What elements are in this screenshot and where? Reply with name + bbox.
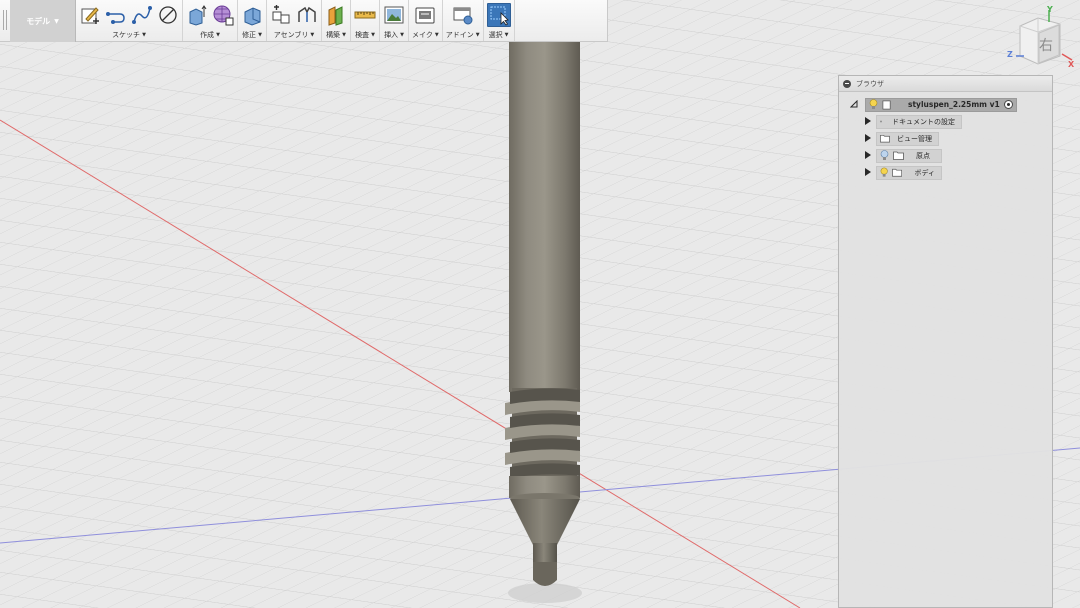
expand-triangle-icon[interactable] <box>865 117 871 125</box>
chevron-down-icon: ▼ <box>400 32 404 38</box>
activate-component-radio[interactable] <box>1004 100 1013 109</box>
toolbar-group-assemble[interactable]: アセンブリ ▼ <box>267 0 322 41</box>
group-label-create: 作成 <box>200 31 215 39</box>
folder-icon <box>892 168 903 177</box>
3d-print-icon[interactable] <box>414 4 436 26</box>
gear-icon <box>880 120 882 123</box>
tree-row-document-settings: ドキュメントの設定 <box>839 113 1052 130</box>
sketch-dimension-icon[interactable] <box>157 4 179 26</box>
toolbar-group-make[interactable]: メイク ▼ <box>409 0 443 41</box>
chevron-down-icon: ▼ <box>310 32 315 38</box>
toolbar-group-create[interactable]: 作成 ▼ <box>183 0 238 41</box>
group-label-sketch: スケッチ <box>112 31 141 39</box>
toolbar-group-construct[interactable]: 構築 ▼ <box>322 0 351 41</box>
toolbar-group-select[interactable]: 選択 ▼ <box>484 0 515 41</box>
expanded-triangle-icon[interactable] <box>850 100 858 108</box>
toolbar-grip[interactable] <box>0 0 10 41</box>
browser-title: ブラウザ <box>856 79 884 88</box>
named-views-node[interactable]: ビュー管理 <box>876 131 939 146</box>
insert-image-icon[interactable] <box>383 4 405 26</box>
bodies-node[interactable]: ボディ <box>876 165 942 180</box>
chevron-down-icon: ▼ <box>216 32 220 38</box>
root-component-label: styluspen_2.25mm v1 <box>908 100 1000 109</box>
form-icon[interactable] <box>212 4 234 26</box>
chevron-down-icon: ▼ <box>142 32 146 38</box>
view-cube-face-right[interactable]: 右 <box>1039 35 1053 55</box>
group-label-modify: 修正 <box>242 31 257 39</box>
toolbar-group-addins[interactable]: アドイン ▼ <box>443 0 484 41</box>
chevron-down-icon: ▼ <box>258 32 262 38</box>
group-label-insert: 挿入 <box>384 31 399 39</box>
new-component-icon[interactable] <box>270 4 292 26</box>
expand-triangle-icon[interactable] <box>865 134 871 142</box>
offset-plane-icon[interactable] <box>325 4 347 26</box>
workspace-switcher[interactable]: モデル ▼ <box>10 0 76 42</box>
browser-header: ブラウザ <box>839 76 1052 92</box>
toolbar-group-sketch[interactable]: スケッチ ▼ <box>76 0 183 41</box>
line-tool-icon[interactable] <box>105 4 127 26</box>
toolbar-group-insert[interactable]: 挿入 ▼ <box>380 0 409 41</box>
group-label-assemble: アセンブリ <box>273 31 309 39</box>
scripts-addins-icon[interactable] <box>452 4 474 26</box>
named-views-label: ビュー管理 <box>897 134 932 143</box>
tree-row-named-views: ビュー管理 <box>839 130 1052 147</box>
tree-row-origin: 原点 <box>839 147 1052 164</box>
chevron-down-icon: ▼ <box>504 32 509 38</box>
origin-node[interactable]: 原点 <box>876 148 942 163</box>
group-label-make: メイク <box>412 31 433 39</box>
chevron-down-icon: ▼ <box>342 32 346 38</box>
axis-x-label: X <box>1068 60 1075 69</box>
folder-icon <box>880 134 890 143</box>
spline-tool-icon[interactable] <box>131 4 153 26</box>
light-bulb-on-icon[interactable] <box>880 167 888 178</box>
origin-label: 原点 <box>916 151 930 160</box>
select-tool-active[interactable] <box>486 3 511 27</box>
bodies-label: ボディ <box>914 168 935 177</box>
extrude-icon[interactable] <box>186 4 208 26</box>
browser-panel: ブラウザ styluspen_2.25mm v1 ドキュメントの設定 ビュー管理… <box>838 75 1053 608</box>
light-bulb-on-icon[interactable] <box>869 99 878 110</box>
chevron-down-icon: ▼ <box>434 32 439 38</box>
view-cube[interactable]: Y Z X 右 <box>1004 5 1078 70</box>
group-label-addins: アドイン <box>445 31 474 39</box>
chevron-down-icon: ▼ <box>54 17 59 25</box>
document-settings-node[interactable]: ドキュメントの設定 <box>876 114 962 129</box>
chevron-down-icon: ▼ <box>371 32 375 38</box>
group-label-select: 選択 <box>488 31 503 39</box>
expand-triangle-icon[interactable] <box>865 168 871 176</box>
tree-row-root: styluspen_2.25mm v1 <box>839 96 1052 113</box>
tree-row-bodies: ボディ <box>839 164 1052 181</box>
workspace-label: モデル <box>26 16 51 26</box>
light-bulb-off-icon[interactable] <box>880 150 889 161</box>
component-icon <box>882 100 891 109</box>
toolbar-group-inspect[interactable]: 検査 ▼ <box>351 0 380 41</box>
toolbar-group-modify[interactable]: 修正 ▼ <box>238 0 267 41</box>
main-toolbar: モデル ▼ スケッチ ▼ 作成 ▼ 修正 ▼ アセンブリ ▼ 構築 ▼ 検査 ▼… <box>0 0 608 42</box>
chevron-down-icon: ▼ <box>475 32 480 38</box>
root-component-node[interactable]: styluspen_2.25mm v1 <box>865 97 1017 112</box>
select-arrow-icon <box>490 6 509 26</box>
group-label-construct: 構築 <box>326 31 341 39</box>
collapse-panel-icon[interactable] <box>843 79 851 88</box>
document-settings-label: ドキュメントの設定 <box>892 117 955 126</box>
expand-triangle-icon[interactable] <box>865 151 871 159</box>
folder-icon <box>893 151 904 160</box>
axis-z-label: Z <box>1007 50 1013 59</box>
browser-tree: styluspen_2.25mm v1 ドキュメントの設定 ビュー管理 原点 ボ… <box>839 92 1052 181</box>
group-label-inspect: 検査 <box>355 31 370 39</box>
press-pull-icon[interactable] <box>241 4 263 26</box>
measure-icon[interactable] <box>354 4 376 26</box>
axis-y-label: Y <box>1047 5 1053 14</box>
create-sketch-icon[interactable] <box>79 4 101 26</box>
joint-icon[interactable] <box>296 4 318 26</box>
